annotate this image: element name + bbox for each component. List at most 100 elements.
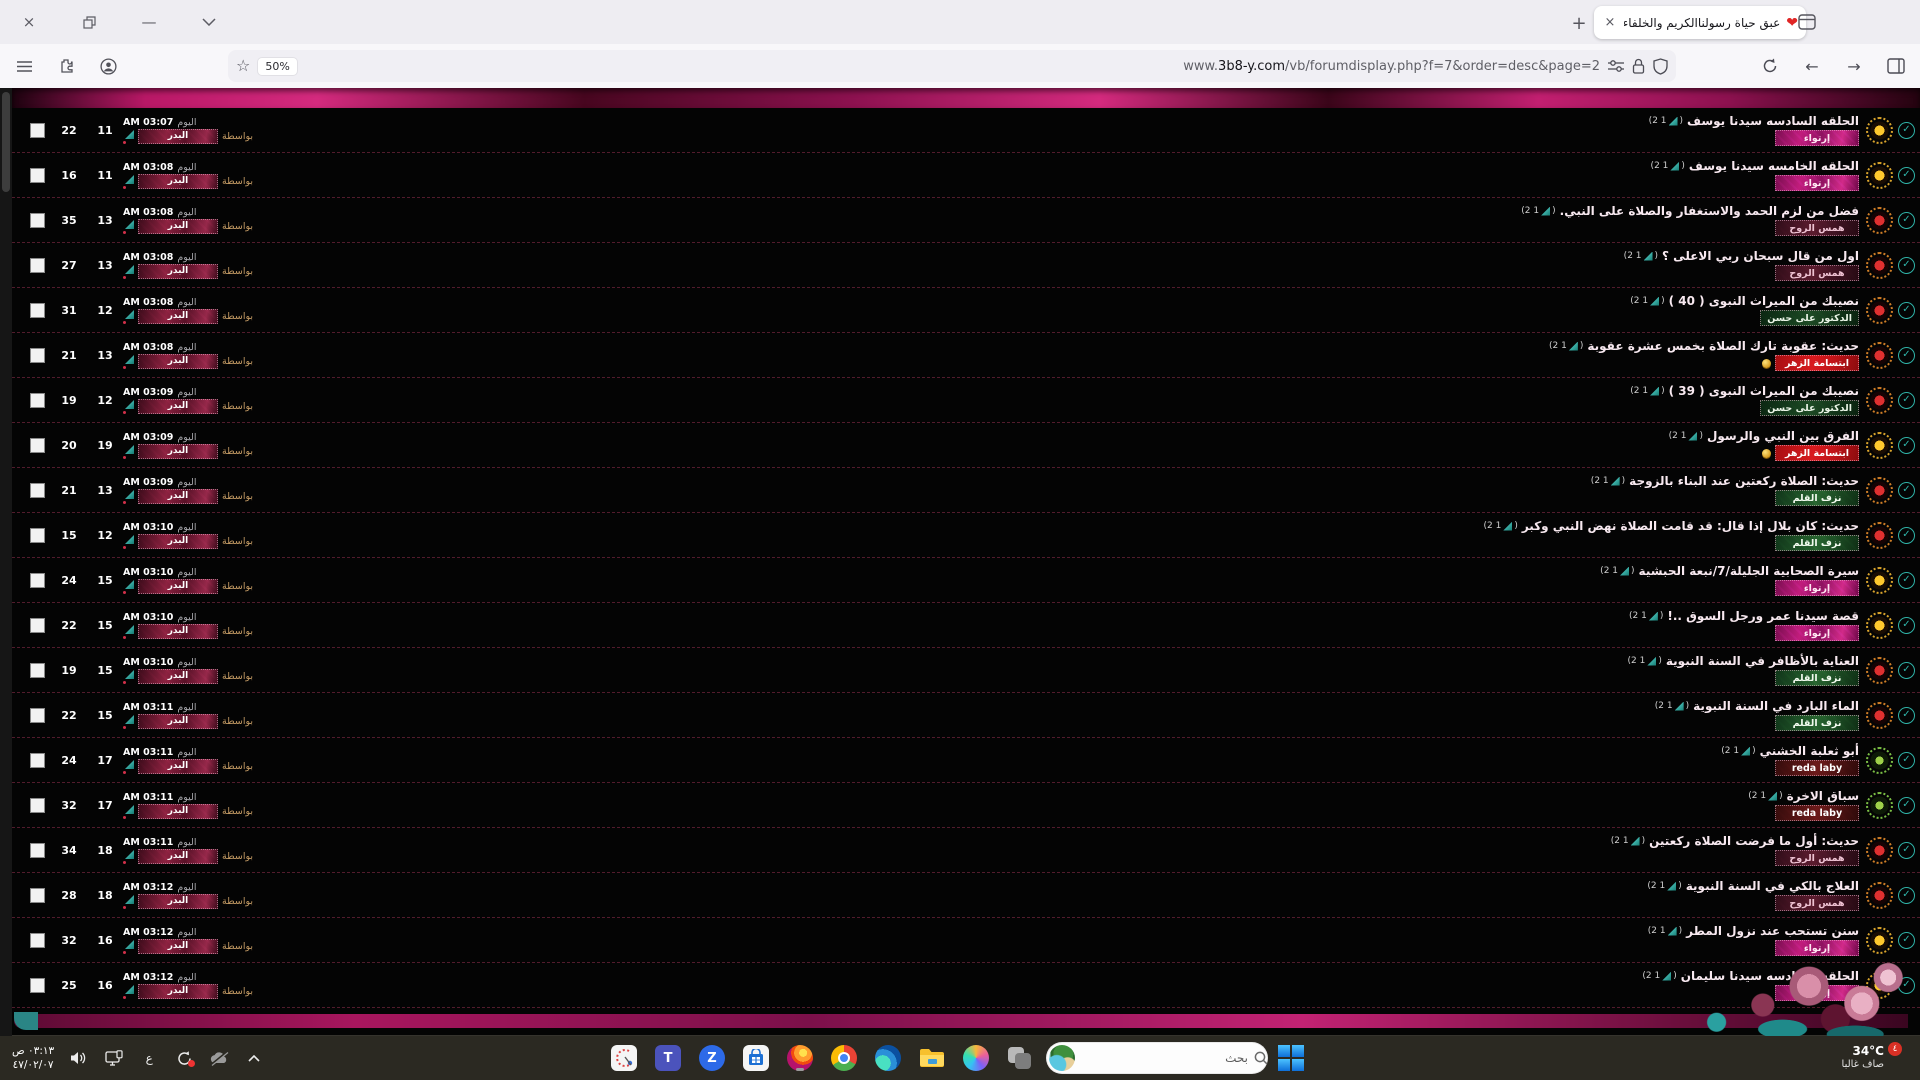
goto-lastpost-icon[interactable]: [123, 670, 134, 684]
back-icon[interactable]: ←: [1798, 52, 1826, 80]
thread-author-link[interactable]: إرتواء: [1775, 175, 1859, 191]
lastpost-author-link[interactable]: البدر: [138, 398, 218, 414]
thread-title-link[interactable]: حديث: كان بلال إذا قال: قد قامت الصلاة ن…: [1522, 519, 1859, 533]
thread-title-link[interactable]: أبو ثعلبة الخشني: [1760, 744, 1859, 758]
thread-title-link[interactable]: سيرة الصحابية الجليلة/7/نبعة الحبشية: [1639, 564, 1859, 578]
thread-read-check-icon[interactable]: ✓: [1898, 616, 1915, 634]
thread-read-check-icon[interactable]: ✓: [1898, 436, 1915, 454]
thread-page-links[interactable]: ( 1 2): [1651, 161, 1685, 171]
onedrive-offline-icon[interactable]: [209, 1048, 229, 1068]
thread-checkbox[interactable]: [30, 122, 45, 138]
scrollbar-thumb[interactable]: [2, 92, 10, 192]
thread-page-links[interactable]: ( 1 2): [1647, 881, 1681, 891]
lastpost-author-link[interactable]: البدر: [138, 938, 218, 954]
edge-icon[interactable]: [873, 1043, 903, 1073]
thread-author-link[interactable]: الدكتور على حسن: [1760, 400, 1859, 416]
update-sync-icon[interactable]: [174, 1048, 196, 1068]
lastpost-author-link[interactable]: البدر: [138, 803, 218, 819]
thread-title-link[interactable]: سباق الاخرة: [1787, 789, 1859, 803]
lastpost-author-link[interactable]: البدر: [138, 353, 218, 369]
taskbar-clock[interactable]: ٠٣:١٣ ص ٤٧/٠٢/٠٧: [12, 1044, 54, 1072]
thread-title-link[interactable]: حديث: أول ما فرضت الصلاة ركعتين: [1649, 834, 1859, 848]
extensions-puzzle-icon[interactable]: [52, 52, 80, 80]
taskbar-search[interactable]: بحث: [1046, 1042, 1268, 1074]
lastpost-author-link[interactable]: البدر: [138, 263, 218, 279]
thread-checkbox[interactable]: [30, 797, 45, 813]
thread-checkbox[interactable]: [30, 257, 45, 273]
url-bar[interactable]: www.3b8-y.com/vb/forumdisplay.php?f=7&or…: [228, 50, 1676, 82]
file-explorer-icon[interactable]: [917, 1043, 947, 1073]
url-text[interactable]: www.3b8-y.com/vb/forumdisplay.php?f=7&or…: [305, 59, 1600, 74]
thread-page-links[interactable]: ( 1 2): [1669, 431, 1703, 441]
thread-checkbox[interactable]: [30, 617, 45, 633]
zoom-level-badge[interactable]: 50%: [258, 57, 297, 75]
thread-title-link[interactable]: فضل من لزم الحمد والاستغفار والصلاة على …: [1560, 204, 1859, 218]
bookmark-star-icon[interactable]: ☆: [236, 58, 250, 74]
thread-author-link[interactable]: إرتواء: [1775, 625, 1859, 641]
thread-author-link[interactable]: نزف القلم: [1775, 490, 1859, 506]
thread-title-link[interactable]: الحلقه الخامسه سيدنا يوسف: [1689, 159, 1859, 173]
thread-page-links[interactable]: ( 1 2): [1648, 926, 1682, 936]
window-close-button[interactable]: ×: [14, 7, 44, 37]
thread-author-link[interactable]: reda laby: [1775, 760, 1859, 776]
search-highlight-image[interactable]: [1049, 1045, 1075, 1071]
thread-checkbox[interactable]: [30, 482, 45, 498]
thread-title-link[interactable]: العناية بالأظافر في السنة النبوية: [1666, 654, 1859, 668]
start-button[interactable]: [1276, 1043, 1306, 1073]
thread-checkbox[interactable]: [30, 572, 45, 588]
tab-list-chevron-icon[interactable]: [194, 7, 224, 37]
copilot-icon[interactable]: [961, 1043, 991, 1073]
thread-title-link[interactable]: الفرق بين النبي والرسول: [1707, 429, 1859, 443]
lastpost-author-link[interactable]: البدر: [138, 488, 218, 504]
menu-icon[interactable]: [10, 52, 38, 80]
thread-title-link[interactable]: سنن تستحب عند نزول المطر: [1686, 924, 1859, 938]
thread-checkbox[interactable]: [30, 977, 45, 993]
thread-author-link[interactable]: نزف القلم: [1775, 670, 1859, 686]
thread-page-links[interactable]: ( 1 2): [1630, 386, 1664, 396]
lastpost-author-link[interactable]: البدر: [138, 713, 218, 729]
goto-lastpost-icon[interactable]: [123, 310, 134, 324]
thread-checkbox[interactable]: [30, 527, 45, 543]
thread-author-link[interactable]: ابتسامة الزهر: [1775, 355, 1859, 371]
weather-widget[interactable]: ٤ 34°C صاف غالبا: [1842, 1040, 1912, 1076]
desktops-icon[interactable]: [1005, 1043, 1035, 1073]
thread-read-check-icon[interactable]: ✓: [1898, 481, 1915, 499]
lastpost-author-link[interactable]: البدر: [138, 578, 218, 594]
thread-read-check-icon[interactable]: ✓: [1898, 796, 1915, 814]
microsoft-store-icon[interactable]: [741, 1043, 771, 1073]
account-icon[interactable]: [94, 52, 122, 80]
thread-author-link[interactable]: reda laby: [1775, 805, 1859, 821]
lastpost-author-link[interactable]: البدر: [138, 173, 218, 189]
thread-checkbox[interactable]: [30, 932, 45, 948]
goto-lastpost-icon[interactable]: [123, 265, 134, 279]
thread-read-check-icon[interactable]: ✓: [1898, 751, 1915, 769]
thread-checkbox[interactable]: [30, 437, 45, 453]
thread-checkbox[interactable]: [30, 707, 45, 723]
thread-author-link[interactable]: همس الروح: [1775, 265, 1859, 281]
thread-title-link[interactable]: العلاج بالكي في السنة النبوية: [1686, 879, 1859, 893]
thread-author-link[interactable]: الدكتور على حسن: [1760, 310, 1859, 326]
browser-tab[interactable]: ❤ عبق حياة رسولناالكريم والخلفاء الرا ×: [1594, 6, 1806, 39]
lastpost-author-link[interactable]: البدر: [138, 533, 218, 549]
thread-title-link[interactable]: نصيبك من الميراث النبوى ( 39 ): [1669, 384, 1859, 398]
thread-author-link[interactable]: نزف القلم: [1775, 535, 1859, 551]
thread-title-link[interactable]: قصة سيدنا عمر ورجل السوق ..!: [1667, 609, 1859, 623]
thread-read-check-icon[interactable]: ✓: [1898, 661, 1915, 679]
goto-lastpost-icon[interactable]: [123, 355, 134, 369]
thread-read-check-icon[interactable]: ✓: [1898, 121, 1915, 139]
lastpost-author-link[interactable]: البدر: [138, 308, 218, 324]
display-pen-icon[interactable]: [104, 1048, 124, 1068]
thread-page-links[interactable]: ( 1 2): [1549, 341, 1583, 351]
thread-page-links[interactable]: ( 1 2): [1630, 296, 1664, 306]
thread-page-links[interactable]: ( 1 2): [1628, 656, 1662, 666]
goto-lastpost-icon[interactable]: [123, 805, 134, 819]
thread-author-link[interactable]: إرتواء: [1775, 130, 1859, 146]
thread-read-check-icon[interactable]: ✓: [1898, 886, 1915, 904]
thread-page-links[interactable]: ( 1 2): [1655, 701, 1689, 711]
goto-lastpost-icon[interactable]: [123, 130, 134, 144]
thread-title-link[interactable]: حديث: الصلاة ركعتين عند البناء بالزوجة: [1629, 474, 1859, 488]
tracking-shield-icon[interactable]: [1653, 57, 1668, 75]
thread-page-links[interactable]: ( 1 2): [1748, 791, 1782, 801]
thread-page-links[interactable]: ( 1 2): [1591, 476, 1625, 486]
goto-lastpost-icon[interactable]: [123, 445, 134, 459]
